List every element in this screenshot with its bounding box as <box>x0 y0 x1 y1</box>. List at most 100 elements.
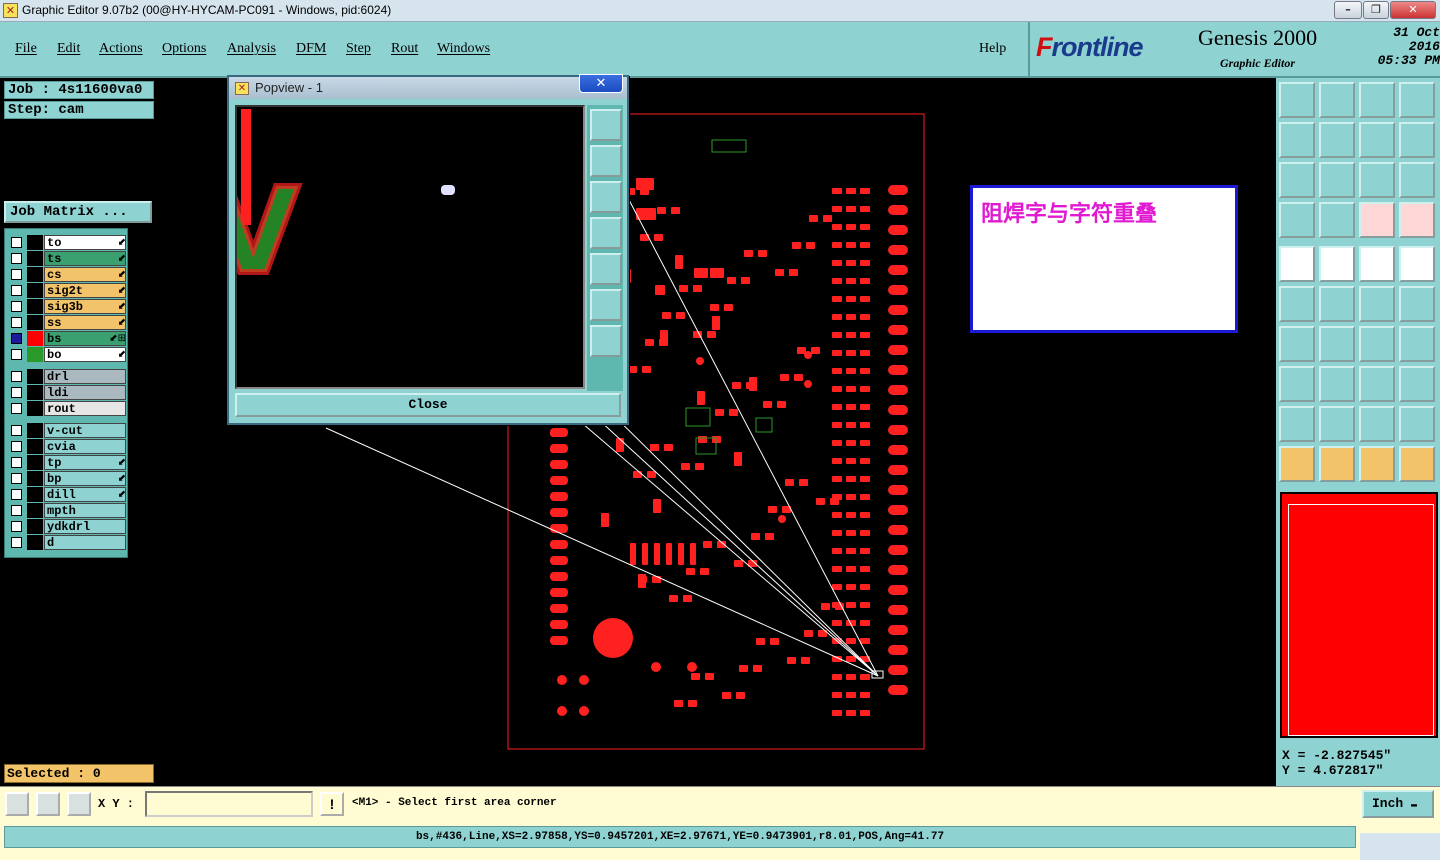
layer-color-swatch[interactable] <box>27 299 43 314</box>
layer-checkbox[interactable] <box>11 269 22 280</box>
popview-pan-right-icon[interactable] <box>590 253 622 285</box>
mirror-icon[interactable] <box>1319 326 1355 362</box>
layer-checkbox[interactable] <box>11 489 22 500</box>
layer-row-cs[interactable]: cs ⬋ <box>9 267 127 282</box>
popview-fit-icon[interactable] <box>590 289 622 321</box>
add-icon[interactable] <box>1319 286 1355 322</box>
layer-name[interactable]: ss <box>44 315 126 330</box>
layer-name[interactable]: drl <box>44 369 126 384</box>
window-icon[interactable] <box>1399 82 1435 118</box>
help-icon[interactable] <box>1399 162 1435 198</box>
layer-row-tp[interactable]: tp ⬋ <box>9 455 127 470</box>
layer-color-swatch[interactable] <box>27 235 43 250</box>
pointer-icon[interactable] <box>1359 366 1395 402</box>
alert-icon[interactable]: ! <box>320 792 344 816</box>
layer-checkbox[interactable] <box>11 521 22 532</box>
zoom-in-icon[interactable] <box>1399 366 1435 402</box>
layer-checkbox[interactable] <box>11 253 22 264</box>
layer-color-swatch[interactable] <box>27 439 43 454</box>
layer-name[interactable]: bp <box>44 471 126 486</box>
layer-name[interactable]: sig2t <box>44 283 126 298</box>
layer-checkbox[interactable] <box>11 441 22 452</box>
measure-icon[interactable] <box>1399 202 1435 238</box>
step-icon[interactable] <box>1399 122 1435 158</box>
home-icon[interactable] <box>1359 82 1395 118</box>
arc-icon[interactable] <box>1399 286 1435 322</box>
triangle-icon[interactable] <box>1319 366 1355 402</box>
popview-close-button[interactable]: Close <box>235 393 621 417</box>
layer-row-ldi[interactable]: ldi <box>9 385 127 400</box>
popview-center-icon[interactable] <box>590 325 622 357</box>
swap-icon[interactable] <box>1359 122 1395 158</box>
layer-color-swatch[interactable] <box>27 503 43 518</box>
popview-screen[interactable]: V45 <box>40 105 585 389</box>
layer-checkbox[interactable] <box>11 505 22 516</box>
fit-icon[interactable] <box>1399 446 1435 482</box>
layer-row-d[interactable]: d <box>9 535 127 550</box>
layer-checkbox[interactable] <box>11 285 22 296</box>
connect-icon[interactable] <box>1399 246 1435 282</box>
zoom-out-icon[interactable] <box>1279 406 1315 442</box>
layer-row-bp[interactable]: bp ⬋ <box>9 471 127 486</box>
select-icon[interactable] <box>1279 246 1315 282</box>
layer-name[interactable]: cs <box>44 267 126 282</box>
zoom-out-icon[interactable] <box>1319 82 1355 118</box>
menu-windows[interactable]: Windows <box>437 41 490 57</box>
popview-pan-left-icon[interactable] <box>590 217 622 249</box>
grid-icon[interactable] <box>1319 202 1355 238</box>
layer-name[interactable]: d <box>44 535 126 550</box>
layer-color-swatch[interactable] <box>27 315 43 330</box>
menu-actions[interactable]: Actions <box>99 41 143 57</box>
job-matrix-button[interactable]: Job Matrix ... <box>4 201 152 223</box>
group-icon[interactable] <box>1279 366 1315 402</box>
layer-name[interactable]: tp <box>44 455 126 470</box>
layer-checkbox[interactable] <box>11 537 22 548</box>
move-icon[interactable] <box>1359 326 1395 362</box>
layer-name[interactable]: rout <box>44 401 126 416</box>
menu-file[interactable]: File <box>15 41 37 57</box>
layer-row-ydkdrl[interactable]: ydkdrl <box>9 519 127 534</box>
layer-row-bs[interactable]: bs ⬋⊞ <box>9 331 127 346</box>
layer-color-swatch[interactable] <box>27 471 43 486</box>
measure-icon[interactable] <box>36 792 60 816</box>
layer-row-sig3b[interactable]: sig3b ⬋ <box>9 299 127 314</box>
layer-color-swatch[interactable] <box>27 455 43 470</box>
layer-name[interactable]: cvia <box>44 439 126 454</box>
layer-color-swatch[interactable] <box>27 535 43 550</box>
pan-right-icon[interactable] <box>1279 446 1315 482</box>
resize-icon[interactable] <box>1399 326 1435 362</box>
menu-step[interactable]: Step <box>346 41 371 57</box>
line-icon[interactable] <box>1359 286 1395 322</box>
layer-name[interactable]: ts <box>44 251 126 266</box>
maximize-icon[interactable]: ❐ <box>1363 1 1389 19</box>
layer-name[interactable]: sig3b <box>44 299 126 314</box>
layer-name[interactable]: ydkdrl <box>44 519 126 534</box>
layer-color-swatch[interactable] <box>27 385 43 400</box>
layer-checkbox[interactable] <box>11 371 22 382</box>
layer-color-swatch[interactable] <box>27 369 43 384</box>
layer-row-cvia[interactable]: cvia <box>9 439 127 454</box>
rotate-icon[interactable] <box>1279 326 1315 362</box>
close-icon[interactable]: ✕ <box>1390 1 1436 19</box>
window-icon[interactable] <box>1359 406 1395 442</box>
layer-color-swatch[interactable] <box>27 519 43 534</box>
fit-icon[interactable] <box>1279 162 1315 198</box>
menu-help[interactable]: Help <box>979 41 1006 57</box>
swap-icon[interactable] <box>1319 446 1355 482</box>
layer-name[interactable]: ldi <box>44 385 126 400</box>
step-icon[interactable] <box>1359 446 1395 482</box>
layer-row-v-cut[interactable]: v-cut <box>9 423 127 438</box>
layer-row-sig2t[interactable]: sig2t ⬋ <box>9 283 127 298</box>
layer-checkbox[interactable] <box>11 473 22 484</box>
dot-icon[interactable] <box>1359 246 1395 282</box>
center-icon[interactable] <box>1319 162 1355 198</box>
layer-color-swatch[interactable] <box>27 251 43 266</box>
layer-color-swatch[interactable] <box>27 401 43 416</box>
menu-dfm[interactable]: DFM <box>296 41 326 57</box>
zoom-in-icon[interactable] <box>1279 82 1315 118</box>
layer-name[interactable]: mpth <box>44 503 126 518</box>
menu-edit[interactable]: Edit <box>57 41 80 57</box>
layer-icon[interactable] <box>1359 202 1395 238</box>
layer-row-drl[interactable]: drl <box>9 369 127 384</box>
popview-zoom-icon[interactable] <box>590 109 622 141</box>
